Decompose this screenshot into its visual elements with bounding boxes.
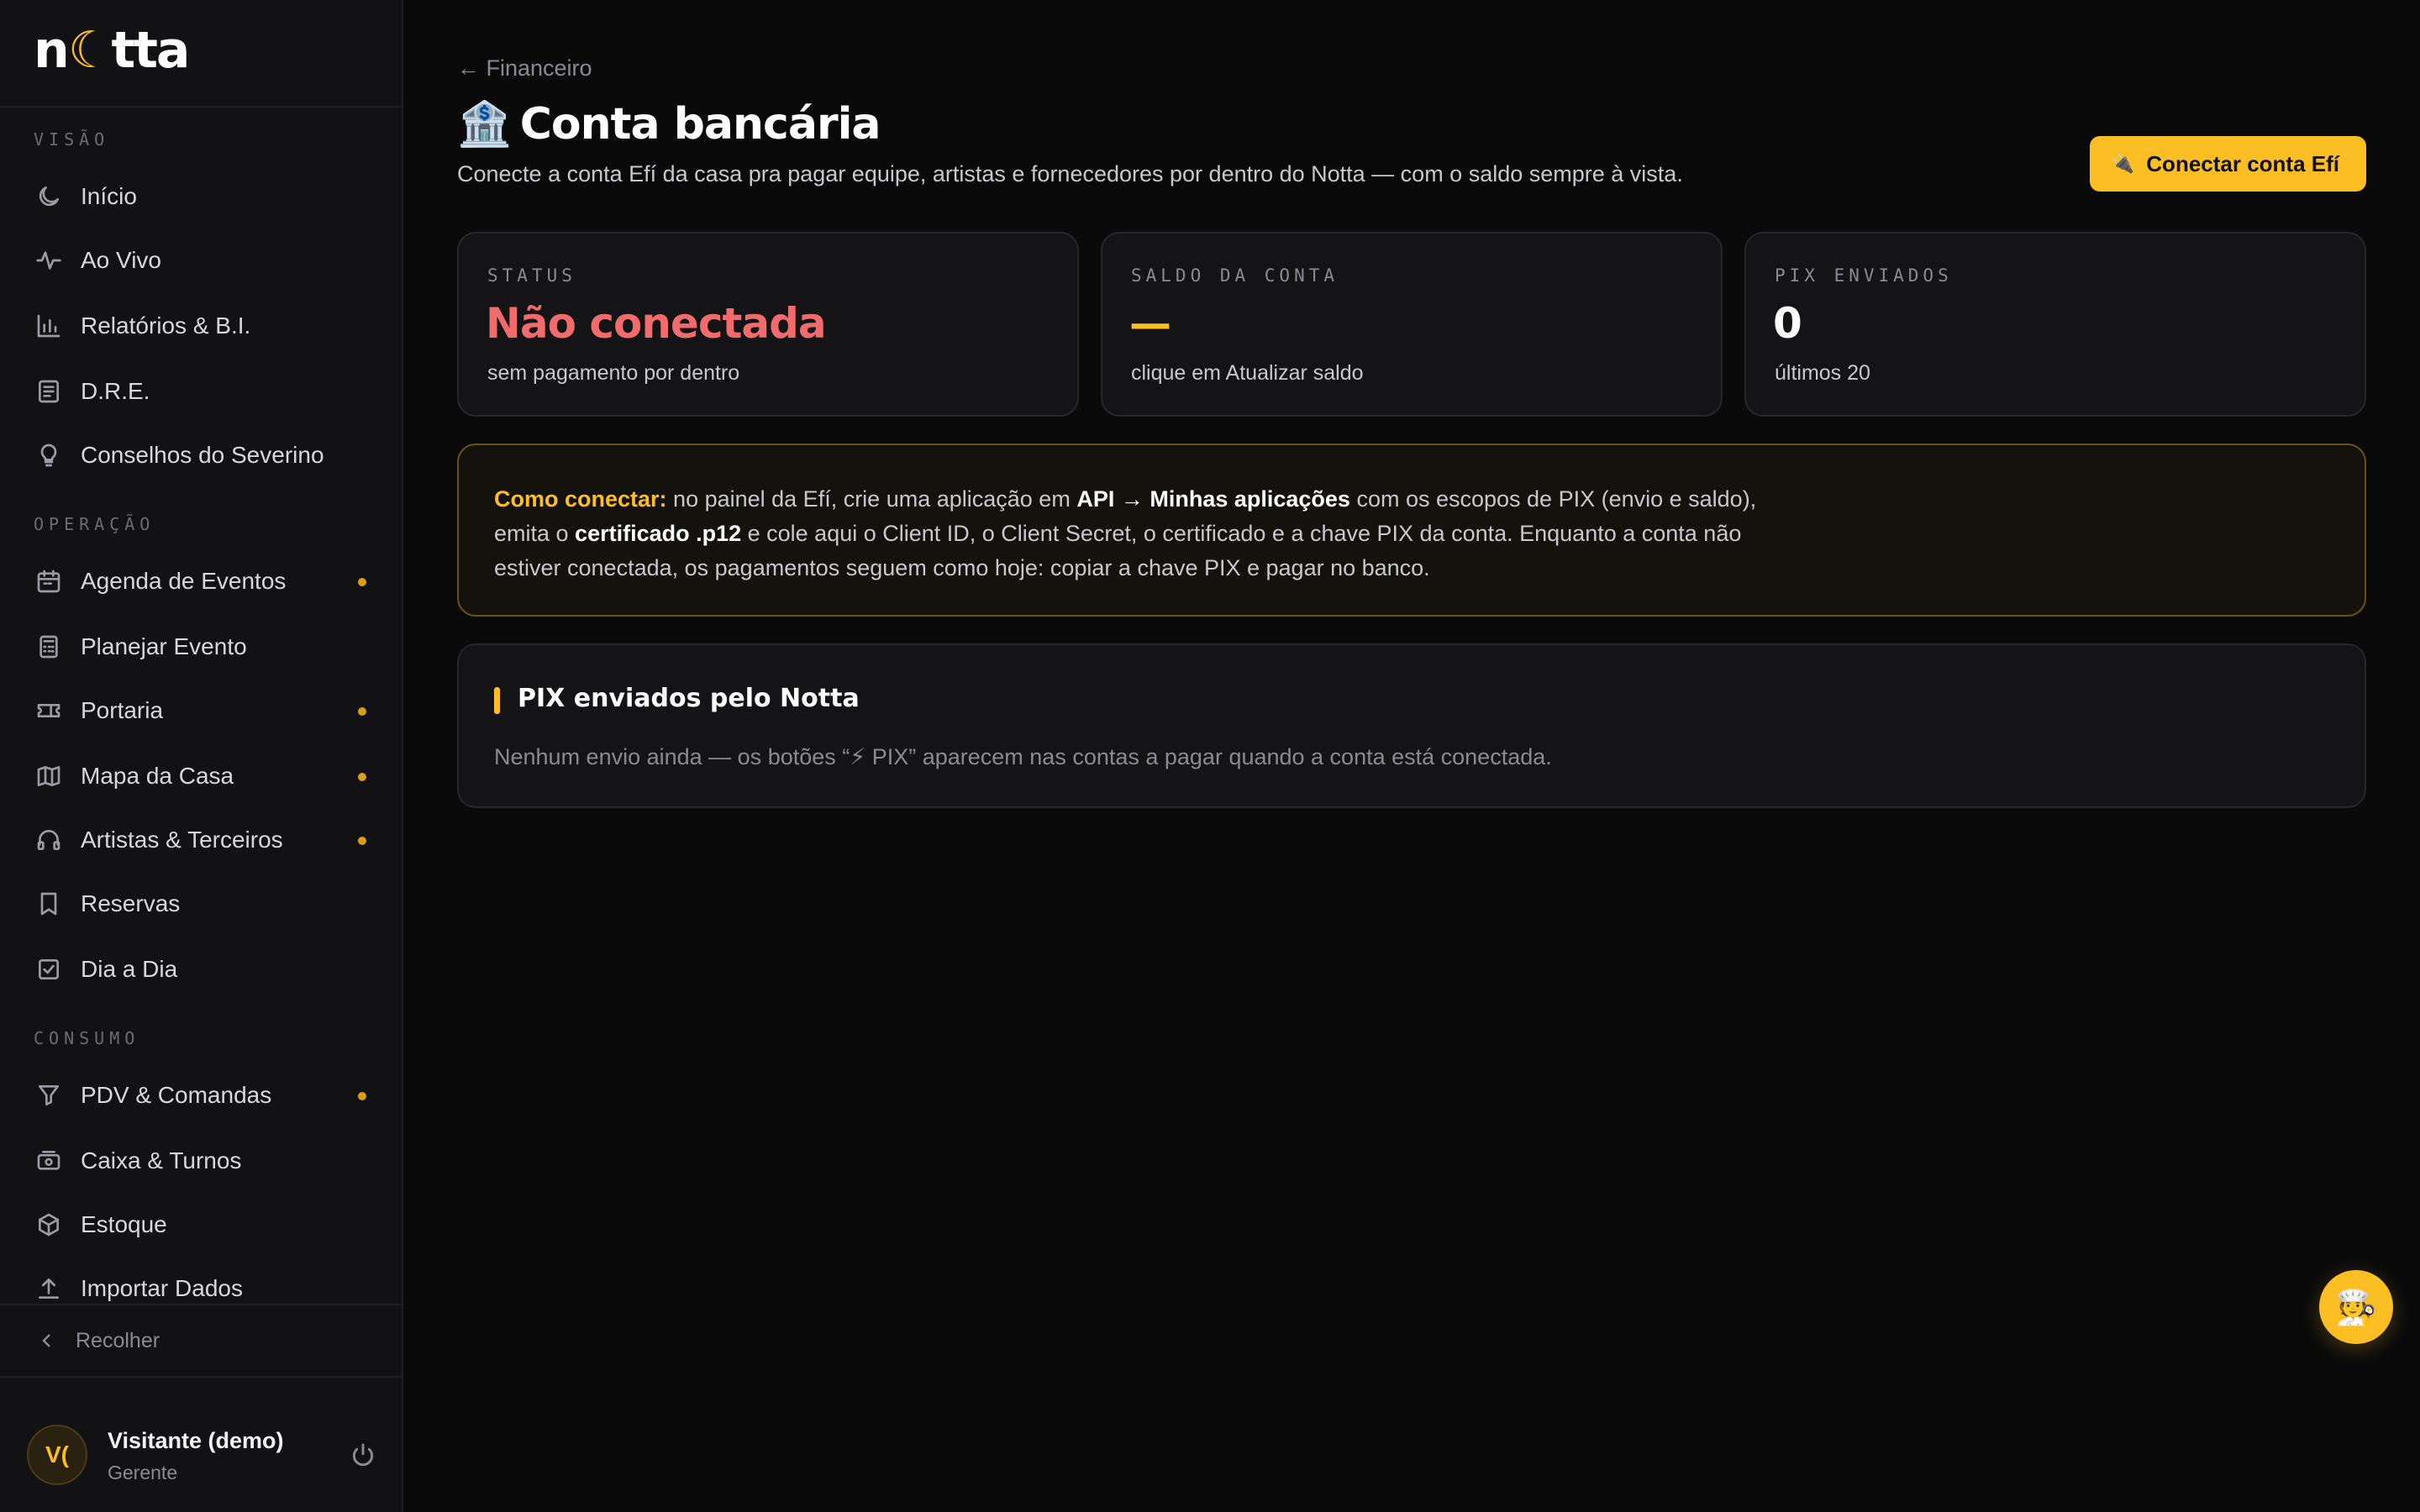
sidebar-item-dre[interactable]: D.R.E. — [17, 365, 387, 418]
pix-panel-title: PIX enviados pelo Notta — [518, 684, 860, 713]
sidebar-nav: VISÃO Início Ao Vivo Relatórios & B.I. D… — [0, 108, 402, 1304]
section-label-consumo: CONSUMO — [34, 1028, 140, 1048]
pix-sent-panel: PIX enviados pelo Notta Nenhum envio ain… — [457, 643, 2366, 808]
app-logo[interactable]: n☾tta — [34, 25, 190, 76]
upload-icon — [34, 1273, 64, 1304]
ticket-icon — [34, 696, 64, 726]
sidebar-item-pdv[interactable]: PDV & Comandas — [17, 1068, 387, 1122]
cash-icon — [34, 1146, 64, 1176]
section-accent-bar — [494, 687, 500, 714]
notification-dot — [358, 837, 366, 845]
pix-sent-card: PIX ENVIADOS 0 últimos 20 — [1744, 232, 2366, 417]
avatar[interactable]: V( — [27, 1425, 87, 1485]
section-label-visao: VISÃO — [34, 129, 110, 150]
sidebar: n☾tta VISÃO Início Ao Vivo Relatórios & … — [0, 0, 403, 1512]
sidebar-item-artistas[interactable]: Artistas & Terceiros — [17, 813, 387, 867]
sidebar-item-portaria[interactable]: Portaria — [17, 684, 387, 738]
plug-icon: 🔌 — [2111, 153, 2135, 174]
moon-logo-icon: ☾ — [67, 21, 113, 80]
chevron-left-icon — [42, 1334, 50, 1347]
sidebar-item-importar[interactable]: Importar Dados — [17, 1262, 387, 1304]
empty-state-text: Nenhum envio ainda — os botões “⚡ PIX” a… — [494, 744, 1552, 769]
moon-icon — [34, 181, 64, 212]
page-subtitle: Conecte a conta Efí da casa pra pagar eq… — [457, 161, 1683, 186]
balance-value: — — [1129, 299, 1171, 348]
logout-button[interactable] — [350, 1441, 376, 1468]
assistant-chat-button[interactable]: 🧑‍🍳 — [2319, 1270, 2393, 1344]
status-card: STATUS Não conectada sem pagamento por d… — [457, 232, 1079, 417]
summary-cards: STATUS Não conectada sem pagamento por d… — [457, 232, 2366, 417]
user-role: Gerente — [108, 1462, 178, 1483]
sidebar-item-agenda[interactable]: Agenda de Eventos — [17, 554, 387, 608]
box-icon — [34, 1210, 64, 1240]
sidebar-item-inicio[interactable]: Início — [17, 170, 387, 223]
sidebar-item-planejar[interactable]: Planejar Evento — [17, 620, 387, 674]
notification-dot — [358, 707, 366, 716]
document-icon — [34, 376, 64, 407]
map-icon — [34, 761, 64, 791]
headphones-icon — [34, 825, 64, 855]
page-title-text: Conta bancária — [519, 99, 881, 150]
connect-efi-button[interactable]: 🔌 Conectar conta Efí — [2089, 136, 2366, 192]
section-label-operacao: OPERAÇÃO — [34, 514, 155, 534]
power-icon — [352, 1443, 374, 1467]
sidebar-item-dia-a-dia[interactable]: Dia a Dia — [17, 942, 387, 996]
how-to-connect-callout: Como conectar: no painel da Efí, crie um… — [457, 444, 2366, 617]
pulse-icon — [34, 245, 64, 276]
filter-icon — [34, 1080, 64, 1110]
notification-dot — [358, 1092, 366, 1100]
bar-chart-icon — [34, 311, 64, 341]
check-square-icon — [34, 954, 64, 984]
notification-dot — [358, 773, 366, 781]
user-profile: V( Visitante (demo) Gerente — [0, 1378, 402, 1512]
notification-dot — [358, 578, 366, 586]
sidebar-item-reservas[interactable]: Reservas — [17, 877, 387, 931]
bookmark-icon — [34, 889, 64, 919]
status-value: Não conectada — [486, 299, 827, 348]
lightbulb-icon — [34, 440, 64, 470]
main-content: ← Financeiro 🏦 Conta bancária Conecte a … — [457, 0, 2366, 1512]
sidebar-item-conselhos[interactable]: Conselhos do Severino — [17, 428, 387, 482]
sidebar-item-caixa[interactable]: Caixa & Turnos — [17, 1134, 387, 1188]
collapse-sidebar-button[interactable]: Recolher — [0, 1304, 402, 1378]
sidebar-item-ao-vivo[interactable]: Ao Vivo — [17, 234, 387, 287]
sidebar-item-estoque[interactable]: Estoque — [17, 1198, 387, 1252]
calendar-icon — [34, 566, 64, 596]
breadcrumb-back-link[interactable]: ← Financeiro — [457, 55, 592, 81]
sidebar-item-relatorios[interactable]: Relatórios & B.I. — [17, 299, 387, 353]
calculator-icon — [34, 632, 64, 662]
user-name: Visitante (demo) — [108, 1428, 284, 1453]
balance-card: SALDO DA CONTA — clique em Atualizar sal… — [1101, 232, 1723, 417]
bank-icon: 🏦 — [457, 100, 512, 149]
pix-sent-count: 0 — [1773, 299, 1802, 348]
page-title: 🏦 Conta bancária — [457, 99, 881, 150]
sidebar-item-mapa[interactable]: Mapa da Casa — [17, 749, 387, 803]
